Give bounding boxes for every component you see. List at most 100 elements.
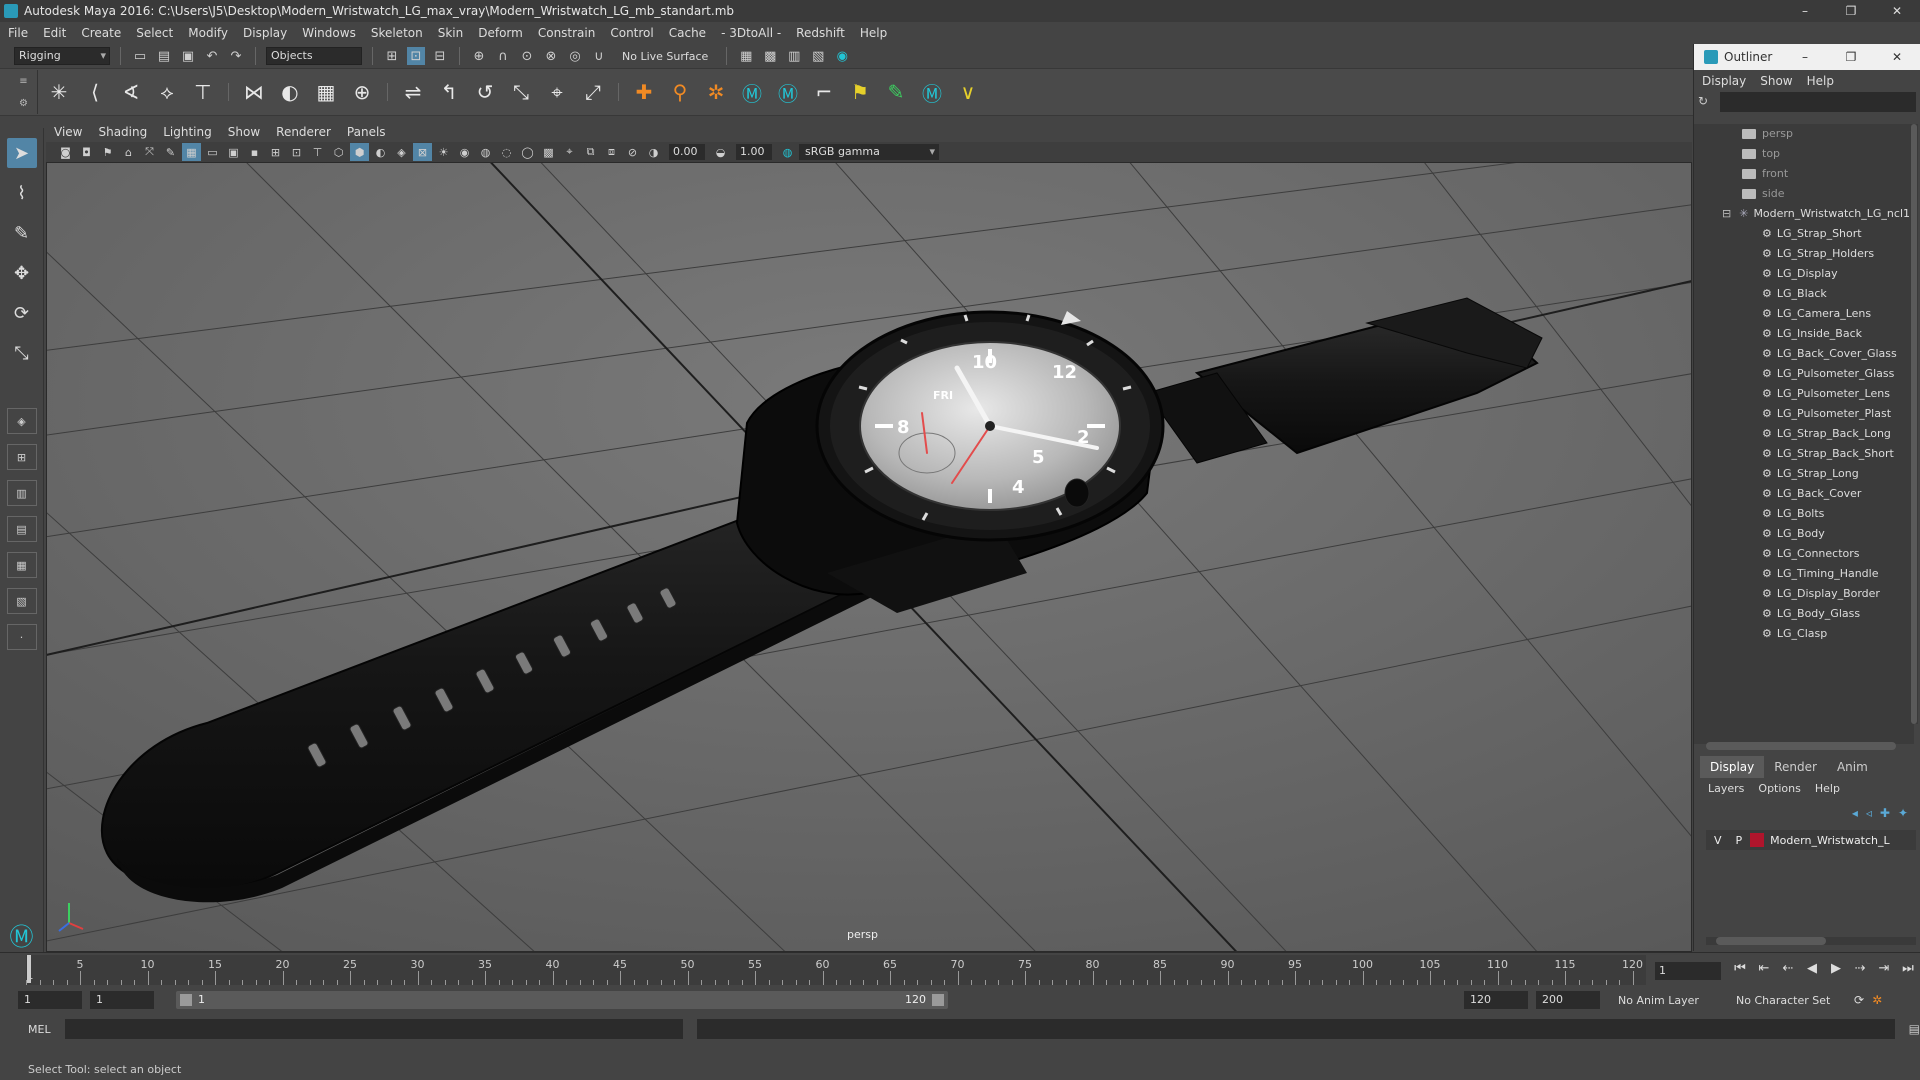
move-layer-up-icon[interactable]: ◂ [1852,806,1858,820]
select-object-icon[interactable]: ⊡ [407,47,425,65]
hypershade-icon[interactable]: ◉ [833,47,851,65]
motion-blur-icon[interactable]: ◌ [497,143,516,161]
texture-icon[interactable]: ⧈ [602,143,621,161]
viewport-menu-lighting[interactable]: Lighting [163,125,212,139]
render-settings-icon[interactable]: ▦ [737,47,755,65]
refresh-icon[interactable]: ↻ [1698,94,1708,108]
outliner-minimize-button[interactable]: – [1782,50,1828,64]
hik-icon[interactable]: ✲ [701,75,731,109]
move-layer-down-icon[interactable]: ◃ [1866,806,1872,820]
minimize-button[interactable]: – [1782,0,1828,22]
color-space-dropdown[interactable]: sRGB gamma ▾ [799,144,939,160]
quick-rig-icon[interactable]: ⚑ [845,75,875,109]
skin-tool-icon[interactable]: ✎ [881,75,911,109]
list-item[interactable]: ⊟ ✳ Modern_Wristwatch_LG_ncl1 [1694,204,1914,224]
smooth-shade-icon[interactable]: ⬢ [350,143,369,161]
lattice-icon[interactable]: ▦ [311,75,341,109]
play-backward-icon[interactable]: ◀ [1802,961,1822,976]
layer-menu-help[interactable]: Help [1815,782,1840,795]
exposure-icon[interactable]: ◑ [644,143,663,161]
command-input[interactable] [64,1019,684,1039]
menu-select[interactable]: Select [136,26,173,40]
gate-mask-icon[interactable]: ▪ [245,143,264,161]
layer-playback-toggle[interactable]: P [1736,834,1743,847]
resolution-gate-icon[interactable]: ▣ [224,143,243,161]
outliner-search-input[interactable] [1720,92,1916,112]
tab-render[interactable]: Render [1764,756,1827,778]
snap-point-icon[interactable]: ⊙ [518,47,536,65]
list-item[interactable]: ⚙ LG_Timing_Handle [1694,564,1914,584]
go-to-end-icon[interactable]: ⏭ [1898,961,1918,976]
persp-outliner-layout-icon[interactable]: ▦ [6,552,37,578]
safe-action-icon[interactable]: ⊡ [287,143,306,161]
step-forward-frame-icon[interactable]: ⇢ [1850,961,1870,976]
new-layer-icon[interactable]: ✚ [1880,806,1890,820]
locator-icon[interactable]: ✚ [629,75,659,109]
scale-constraint-icon[interactable]: ⤡ [506,75,536,109]
wireframe-icon[interactable]: ⬡ [329,143,348,161]
range-slider[interactable]: 1 120 [176,991,948,1009]
xray-icon[interactable]: ⊠ [413,143,432,161]
step-forward-key-icon[interactable]: ⇥ [1874,961,1894,976]
set-driven-key-icon[interactable]: ⚲ [665,75,695,109]
redo-icon[interactable]: ↷ [227,47,245,65]
film-gate-icon[interactable]: ▭ [203,143,222,161]
list-item[interactable]: ⚙ LG_Inside_Back [1694,324,1914,344]
outliner-menu-show[interactable]: Show [1760,74,1792,88]
menu-deform[interactable]: Deform [478,26,523,40]
menu-constrain[interactable]: Constrain [538,26,596,40]
snap-view-icon[interactable]: ⊗ [542,47,560,65]
layer-name[interactable]: Modern_Wristwatch_L [1770,834,1889,847]
aim-constraint-icon[interactable]: ↰ [434,75,464,109]
persp-graph-layout-icon[interactable]: ▤ [6,516,37,542]
exposure-field[interactable]: 0.00 [669,144,705,160]
mirror-joint-icon[interactable]: ⟡ [152,75,182,109]
menu-help[interactable]: Help [860,26,887,40]
menu-modify[interactable]: Modify [188,26,228,40]
camera-attributes-icon[interactable]: ◘ [77,143,96,161]
list-item[interactable]: ⚙ LG_Strap_Back_Short [1694,444,1914,464]
ik-handle-icon[interactable]: ⟨ [80,75,110,109]
pole-vector-icon[interactable]: ⤢ [578,75,608,109]
cluster-icon[interactable]: ⊕ [347,75,377,109]
script-editor-icon[interactable]: ▤ [1909,1022,1920,1036]
default-material-icon[interactable]: ◐ [371,143,390,161]
save-scene-icon[interactable]: ▣ [179,47,197,65]
paint-weights-icon[interactable]: ◐ [275,75,305,109]
lasso-tool-icon[interactable]: ⌇ [7,178,37,208]
list-item[interactable]: ⚙ LG_Display [1694,264,1914,284]
isolate-select-icon[interactable]: ⌖ [560,143,579,161]
outliner-close-button[interactable]: ✕ [1874,50,1920,64]
menu-file[interactable]: File [8,26,28,40]
selection-mask-selector[interactable]: Objects [266,47,362,65]
safe-title-icon[interactable]: ⊤ [308,143,327,161]
anim-layer-dropdown[interactable]: No Anim Layer [1618,994,1728,1007]
parent-constraint-icon[interactable]: ⌖ [542,75,572,109]
menu-cache[interactable]: Cache [669,26,706,40]
outliner-horizontal-scrollbar[interactable] [1706,742,1896,750]
move-tool-icon[interactable]: ✥ [7,258,37,288]
render-view-icon[interactable]: ▧ [809,47,827,65]
list-item[interactable]: ⚙ LG_Pulsometer_Plast [1694,404,1914,424]
magnet-icon[interactable]: ∪ [590,47,608,65]
range-end-handle[interactable] [932,994,944,1006]
side-by-side-layout-icon[interactable]: ▥ [6,480,37,506]
list-item[interactable]: ⚙ LG_Black [1694,284,1914,304]
menu-edit[interactable]: Edit [43,26,66,40]
playback-start-field[interactable]: 1 [90,991,154,1009]
scroll-thumb[interactable] [1716,937,1826,945]
render-frame-icon[interactable]: ▩ [761,47,779,65]
viewport-menu-shading[interactable]: Shading [98,125,147,139]
list-item[interactable]: ⚙ LG_Strap_Holders [1694,244,1914,264]
layer-row[interactable]: V P Modern_Wristwatch_L [1706,830,1916,850]
outliner-vertical-scrollbar[interactable] [1910,124,1918,724]
hud-icon[interactable]: ⧉ [581,143,600,161]
live-surface-label[interactable]: No Live Surface [622,50,708,63]
list-item[interactable]: ⚙ LG_Camera_Lens [1694,304,1914,324]
paint-select-icon[interactable]: ✎ [7,218,37,248]
snap-grid-icon[interactable]: ⊕ [470,47,488,65]
animation-start-field[interactable]: 1 [18,991,82,1009]
select-hierarchy-icon[interactable]: ⊞ [383,47,401,65]
character-controls-icon[interactable]: Ⓜ [737,75,767,109]
menu-control[interactable]: Control [610,26,653,40]
